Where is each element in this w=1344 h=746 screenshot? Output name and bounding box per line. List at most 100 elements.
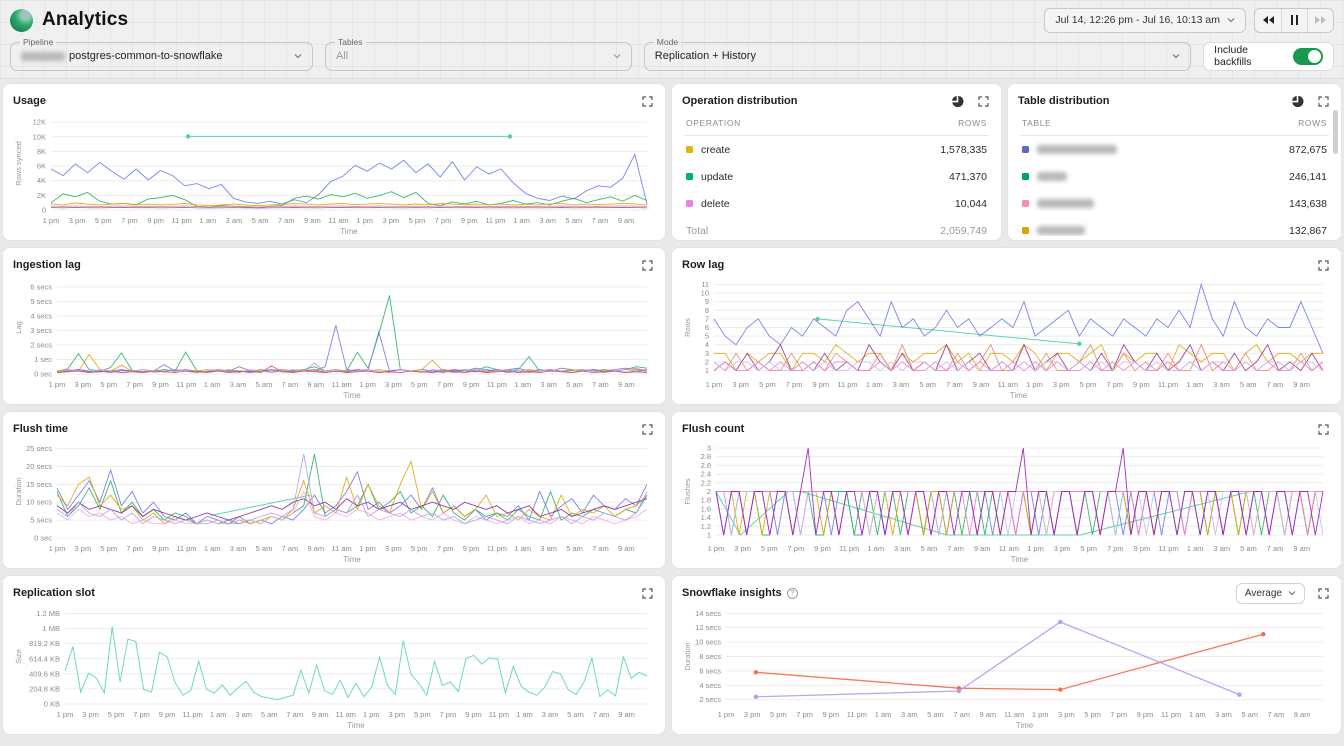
svg-text:4 secs: 4 secs [30,311,52,320]
svg-text:3 pm: 3 pm [69,216,86,225]
svg-text:5 am: 5 am [1241,710,1258,719]
include-backfills-toggle[interactable] [1293,48,1323,65]
pause-button[interactable] [1281,9,1307,32]
redacted-table-name [1037,226,1085,235]
row-lag-title: Row lag [682,259,724,271]
svg-text:7 pm: 7 pm [133,710,150,719]
pipeline-select[interactable]: Pipeline postgres-common-to-snowflake [10,42,313,71]
svg-text:1: 1 [705,366,709,375]
svg-text:11 pm: 11 pm [1158,380,1178,389]
snowflake-insights-chart: 2 secs4 secs6 secs8 secs10 secs12 secs14… [682,602,1331,730]
row-lag-chart: 12345678910111 pm3 pm5 pm7 pm9 pm11 pm1 … [682,274,1331,400]
svg-text:5 am: 5 am [921,544,938,553]
tables-label: Tables [335,37,366,47]
svg-text:11 pm: 11 pm [1158,544,1178,553]
svg-text:14 secs: 14 secs [695,609,721,618]
chevron-down-icon [294,52,302,60]
include-backfills-label: Include backfills [1214,44,1285,68]
svg-text:12K: 12K [33,118,46,127]
svg-text:7 pm: 7 pm [437,380,454,389]
usage-title: Usage [13,95,46,107]
row-value: 872,675 [1289,144,1327,156]
pie-chart-icon[interactable] [1289,93,1305,109]
rewind-button[interactable] [1255,9,1281,32]
operation-distribution-card: Operation distribution OPERATIONROWScrea… [671,83,1002,241]
svg-text:7 pm: 7 pm [786,380,803,389]
total-row: Total2,059,749 [684,217,989,236]
svg-text:11 pm: 11 pm [847,710,867,719]
mode-select[interactable]: Mode Replication + History [644,42,1191,71]
svg-text:10 secs: 10 secs [26,498,52,507]
svg-text:1 am: 1 am [875,710,892,719]
row-label: delete [701,198,730,210]
date-range-picker[interactable]: Jul 14, 12:26 pm - Jul 16, 10:13 am [1044,8,1246,33]
table-row: 143,638 [1020,190,1329,217]
aggregate-select[interactable]: Average [1236,583,1305,604]
row-label: create [701,144,730,156]
svg-text:3 pm: 3 pm [744,710,761,719]
dashboard: Usage 02K4K6K8K10K12K1 pm3 pm5 pm7 pm9 p… [0,79,1344,743]
pie-chart-icon[interactable] [949,93,965,109]
help-icon[interactable]: ? [787,588,798,599]
svg-text:2: 2 [707,487,711,496]
svg-text:3 pm: 3 pm [1053,380,1070,389]
scrollbar-thumb[interactable] [1333,110,1338,154]
svg-text:5: 5 [705,332,709,341]
svg-text:11 pm: 11 pm [176,380,196,389]
svg-text:7 pm: 7 pm [1110,710,1127,719]
svg-text:3 pm: 3 pm [388,710,405,719]
expand-icon[interactable] [1315,93,1331,109]
svg-text:6 secs: 6 secs [699,666,721,675]
expand-icon[interactable] [639,585,655,601]
svg-text:Time: Time [1016,721,1034,730]
svg-text:1 am: 1 am [866,380,883,389]
expand-icon[interactable] [639,93,655,109]
svg-text:3 am: 3 am [540,380,557,389]
svg-text:5 pm: 5 pm [100,544,117,553]
svg-text:1.8: 1.8 [701,496,711,505]
svg-text:7 pm: 7 pm [440,710,457,719]
date-range-value: Jul 14, 12:26 pm - Jul 16, 10:13 am [1055,14,1220,26]
svg-text:5 pm: 5 pm [1080,544,1097,553]
expand-icon[interactable] [1315,585,1331,601]
expand-icon[interactable] [639,257,655,273]
svg-text:9 am: 9 am [312,710,329,719]
flush-time-chart: 0 sec5 secs10 secs15 secs20 secs25 secs1… [13,438,655,564]
pause-icon [1291,15,1299,25]
svg-text:11 pm: 11 pm [182,710,202,719]
series-swatch [686,173,693,180]
svg-text:5 pm: 5 pm [108,710,125,719]
svg-text:1 pm: 1 pm [1026,380,1043,389]
svg-text:7 am: 7 am [1267,380,1284,389]
expand-icon[interactable] [639,421,655,437]
row-value: 10,044 [955,198,987,210]
svg-text:3 am: 3 am [230,380,247,389]
svg-text:7 am: 7 am [947,544,964,553]
svg-text:10K: 10K [33,132,46,141]
svg-text:5 am: 5 am [565,216,582,225]
svg-text:5 am: 5 am [566,544,583,553]
svg-text:3 am: 3 am [1213,380,1230,389]
svg-text:9 am: 9 am [1293,544,1310,553]
app-logo-icon [10,9,33,32]
expand-icon[interactable] [1315,421,1331,437]
column-header: OPERATION [686,118,741,128]
svg-text:5 am: 5 am [1240,380,1257,389]
mode-value: Replication + History [655,50,756,62]
svg-text:1 pm: 1 pm [1032,710,1049,719]
svg-text:10 secs: 10 secs [695,638,721,647]
expand-icon[interactable] [1315,257,1331,273]
svg-text:5 am: 5 am [566,380,583,389]
svg-text:7: 7 [705,314,709,323]
tables-select[interactable]: Tables All [325,42,632,71]
fast-forward-button[interactable] [1307,9,1333,32]
svg-text:5 secs: 5 secs [30,516,52,525]
svg-text:204.8 KB: 204.8 KB [29,684,60,693]
svg-text:3 am: 3 am [540,544,557,553]
svg-text:Rows: Rows [683,318,692,337]
expand-icon[interactable] [975,93,991,109]
chevron-down-icon [1172,52,1180,60]
svg-text:2.4: 2.4 [701,470,711,479]
row-label: update [701,171,733,183]
svg-text:11 am: 11 am [332,380,352,389]
